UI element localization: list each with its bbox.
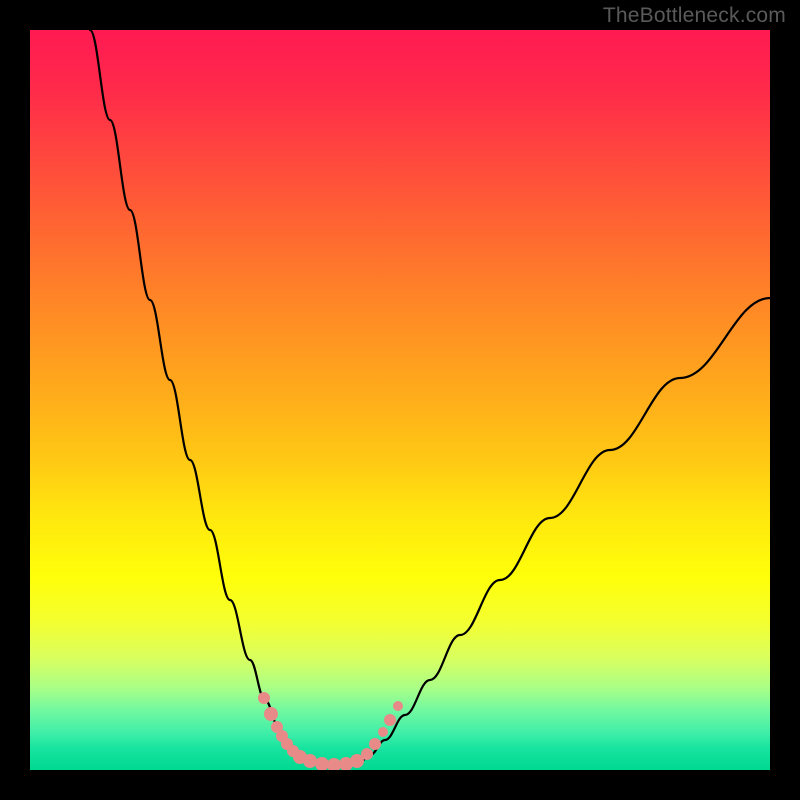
chart-frame: TheBottleneck.com [0, 0, 800, 800]
marker-bead [369, 738, 381, 750]
marker-bead [361, 748, 373, 760]
curve-right-curve [360, 298, 770, 762]
marker-bead [393, 701, 403, 711]
marker-bead [315, 757, 329, 770]
curve-left-curve [90, 30, 310, 762]
watermark-text: TheBottleneck.com [603, 4, 786, 28]
marker-bead [264, 707, 278, 721]
chart-plot-area [30, 30, 770, 770]
marker-bead [258, 692, 270, 704]
marker-bead [327, 758, 341, 770]
marker-bead [378, 727, 388, 737]
chart-svg [30, 30, 770, 770]
marker-bead [384, 714, 396, 726]
marker-bead [303, 754, 317, 768]
